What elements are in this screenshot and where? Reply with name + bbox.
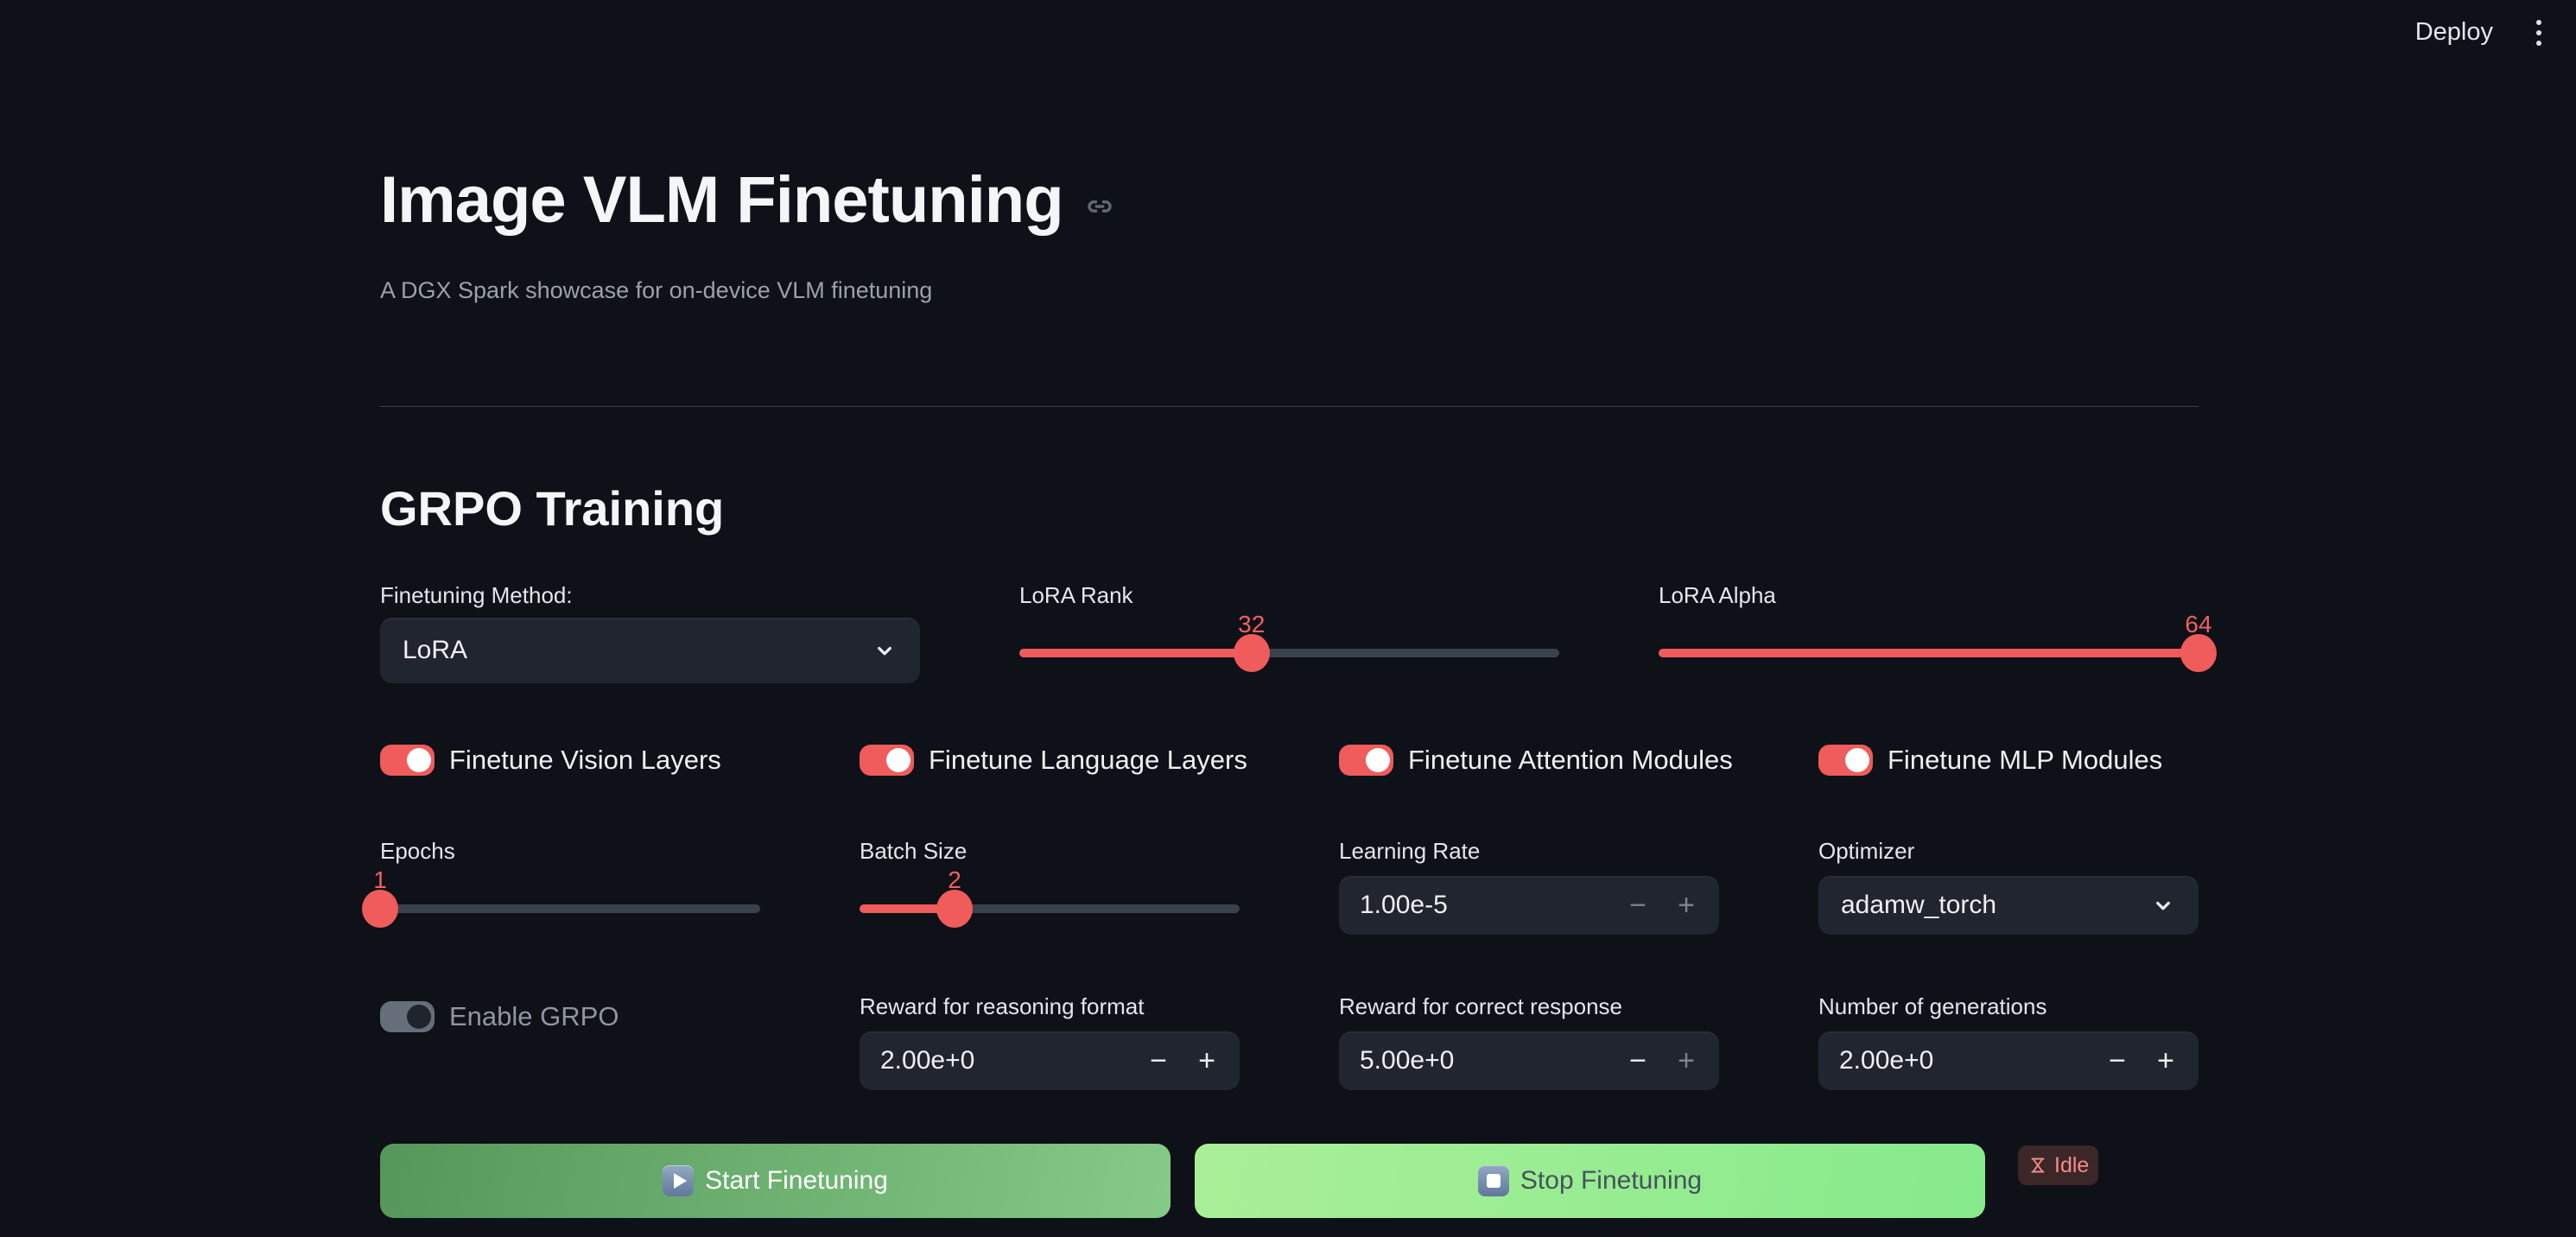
stop-button-label: Stop Finetuning <box>1520 1166 1702 1196</box>
params-row: Epochs 1 Batch Size 2 Learning Rate 1.00… <box>380 837 2198 935</box>
learning-rate-field: Learning Rate 1.00e-5 − + <box>1339 837 1719 935</box>
toggle-label: Enable GRPO <box>449 1001 619 1032</box>
toggle-finetune-vision-layers[interactable]: Finetune Vision Layers <box>380 745 760 776</box>
num-generations-value[interactable]: 2.00e+0 <box>1839 1046 2093 1075</box>
optimizer-field: Optimizer adamw_torch <box>1818 837 2198 935</box>
learning-rate-value[interactable]: 1.00e-5 <box>1360 891 1614 920</box>
lora-alpha-handle[interactable] <box>2180 634 2217 672</box>
grpo-row: Enable GRPO Reward for reasoning format … <box>380 993 2198 1090</box>
page-title: Image VLM Finetuning <box>380 162 1115 238</box>
section-title: GRPO Training <box>380 480 724 536</box>
toggle-enable-grpo[interactable]: Enable GRPO <box>380 1001 760 1032</box>
decrement-button[interactable]: − <box>1614 1031 1662 1090</box>
lora-alpha-track[interactable] <box>1659 649 2198 657</box>
epochs-track[interactable] <box>380 904 760 913</box>
decrement-button[interactable]: − <box>1134 1031 1183 1090</box>
kebab-menu-icon[interactable] <box>2528 15 2550 51</box>
deploy-button[interactable]: Deploy <box>2415 18 2493 47</box>
batch-size-handle[interactable] <box>936 890 973 928</box>
toggle-label: Finetune Language Layers <box>929 745 1247 776</box>
reward-correct-field: Reward for correct response 5.00e+0 − + <box>1339 993 1719 1090</box>
method-row: Finetuning Method: LoRA LoRA Rank 32 LoR… <box>380 581 2198 683</box>
optimizer-dropdown[interactable]: adamw_torch <box>1818 876 2198 935</box>
increment-button[interactable]: + <box>1183 1031 1231 1090</box>
batch-size-slider: Batch Size 2 <box>860 837 1240 935</box>
lora-alpha-fill <box>1659 649 2198 657</box>
num-generations-label: Number of generations <box>1818 993 2198 1020</box>
epochs-handle[interactable] <box>362 890 398 928</box>
toggle-label: Finetune Attention Modules <box>1408 745 1733 776</box>
status-badge: Idle <box>2018 1145 2098 1185</box>
actions-row: Start Finetuning Stop Finetuning Idle <box>380 1144 2198 1218</box>
batch-size-label: Batch Size <box>860 837 1240 865</box>
learning-rate-input[interactable]: 1.00e-5 − + <box>1339 876 1719 935</box>
play-icon <box>663 1165 694 1196</box>
lora-rank-track[interactable] <box>1019 649 1559 657</box>
chevron-down-icon <box>872 638 898 663</box>
lora-alpha-label: LoRA Alpha <box>1659 581 2198 609</box>
lora-rank-fill <box>1019 649 1252 657</box>
lora-alpha-slider: LoRA Alpha 64 <box>1659 581 2198 683</box>
epochs-label: Epochs <box>380 837 760 865</box>
toggle-label: Finetune MLP Modules <box>1888 745 2162 776</box>
toggle-pill[interactable] <box>380 1001 435 1032</box>
decrement-button[interactable]: − <box>1614 876 1662 935</box>
finetuning-method-value: LoRA <box>403 636 872 665</box>
batch-size-track[interactable] <box>860 904 1240 913</box>
toggle-finetune-attention-modules[interactable]: Finetune Attention Modules <box>1339 745 1719 776</box>
increment-button[interactable]: + <box>1662 1031 1710 1090</box>
num-generations-field: Number of generations 2.00e+0 − + <box>1818 993 2198 1090</box>
optimizer-value: adamw_torch <box>1841 891 2150 920</box>
toggle-pill[interactable] <box>1339 745 1393 776</box>
chevron-down-icon <box>2150 892 2176 918</box>
toggle-finetune-language-layers[interactable]: Finetune Language Layers <box>860 745 1240 776</box>
reward-reasoning-label: Reward for reasoning format <box>860 993 1240 1020</box>
stop-icon <box>1478 1165 1509 1196</box>
reward-reasoning-input[interactable]: 2.00e+0 − + <box>860 1031 1240 1090</box>
stop-finetuning-button[interactable]: Stop Finetuning <box>1195 1144 1985 1218</box>
increment-button[interactable]: + <box>2141 1031 2190 1090</box>
reward-correct-value[interactable]: 5.00e+0 <box>1360 1046 1614 1075</box>
status-label: Idle <box>2054 1153 2089 1178</box>
lora-rank-slider: LoRA Rank 32 <box>1019 581 1559 683</box>
reward-correct-label: Reward for correct response <box>1339 993 1719 1020</box>
optimizer-label: Optimizer <box>1818 837 2198 865</box>
page-subtitle: A DGX Spark showcase for on-device VLM f… <box>380 277 932 304</box>
lora-rank-label: LoRA Rank <box>1019 581 1559 609</box>
learning-rate-label: Learning Rate <box>1339 837 1719 865</box>
num-generations-input[interactable]: 2.00e+0 − + <box>1818 1031 2198 1090</box>
layer-toggles-row: Finetune Vision Layers Finetune Language… <box>380 745 2198 776</box>
toggle-pill[interactable] <box>380 745 435 776</box>
finetuning-method-label: Finetuning Method: <box>380 581 920 609</box>
reward-reasoning-field: Reward for reasoning format 2.00e+0 − + <box>860 993 1240 1090</box>
reward-reasoning-value[interactable]: 2.00e+0 <box>880 1046 1134 1075</box>
epochs-slider: Epochs 1 <box>380 837 760 935</box>
main-content: Image VLM Finetuning A DGX Spark showcas… <box>380 0 2198 1237</box>
toggle-label: Finetune Vision Layers <box>449 745 721 776</box>
finetuning-method-field: Finetuning Method: LoRA <box>380 581 920 683</box>
hourglass-icon <box>2027 1155 2048 1176</box>
lora-rank-handle[interactable] <box>1234 634 1270 672</box>
anchor-link-icon[interactable] <box>1084 191 1115 222</box>
page-title-text: Image VLM Finetuning <box>380 162 1063 238</box>
increment-button[interactable]: + <box>1662 876 1710 935</box>
toggle-finetune-mlp-modules[interactable]: Finetune MLP Modules <box>1818 745 2198 776</box>
decrement-button[interactable]: − <box>2093 1031 2141 1090</box>
reward-correct-input[interactable]: 5.00e+0 − + <box>1339 1031 1719 1090</box>
start-button-label: Start Finetuning <box>705 1166 888 1196</box>
finetuning-method-dropdown[interactable]: LoRA <box>380 618 920 683</box>
toggle-pill[interactable] <box>860 745 914 776</box>
start-finetuning-button[interactable]: Start Finetuning <box>380 1144 1171 1218</box>
section-divider <box>380 406 2198 407</box>
toggle-pill[interactable] <box>1818 745 1873 776</box>
